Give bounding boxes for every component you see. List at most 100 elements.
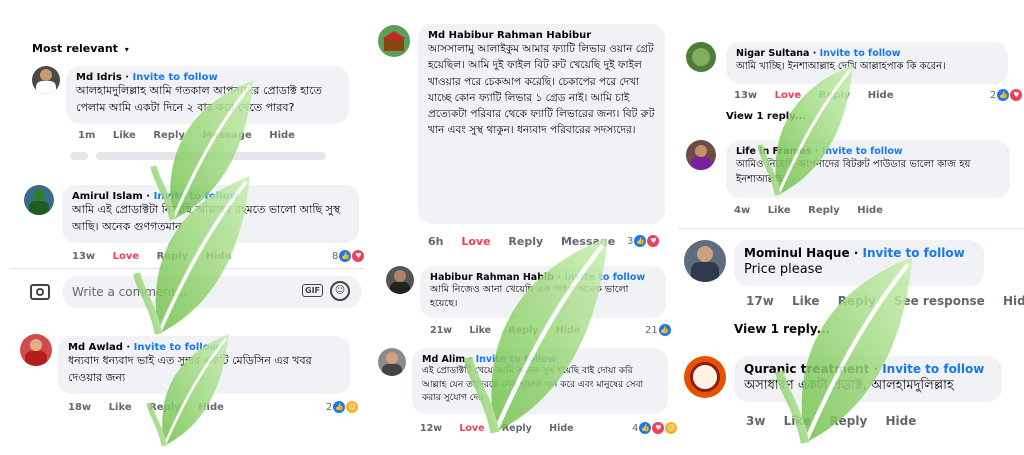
reply-button[interactable]: Reply [508,325,538,336]
commenter-name[interactable]: Md Alim [422,354,465,365]
comment-bubble: Mominul Haque · Invite to follow Price p… [734,240,984,286]
invite-to-follow-link[interactable]: Invite to follow [822,146,903,157]
commenter-name[interactable]: Nigar Sultana [736,48,809,59]
comment-text: অসাধারণ একটা প্রডাক্ট, আলহামদুলিল্লাহ [744,378,954,393]
love-button[interactable]: Love [461,235,490,248]
hide-button[interactable]: Hide [556,325,580,336]
reaction-summary[interactable]: 8 👍 ♥ [332,250,365,262]
commenter-name[interactable]: Quranic treatment [744,362,869,376]
hide-button[interactable]: Hid [1003,294,1024,308]
avatar[interactable] [32,66,60,94]
avatar[interactable] [686,42,716,72]
comment-text: আসসালামু আলাইকুম আমার ফ্যাটি লিভার ওয়ান… [428,43,655,137]
comment-actions: 18w Like Reply Hide [68,402,238,413]
avatar[interactable] [20,334,52,366]
see-response-button[interactable]: See response [894,294,985,308]
comment-text: Price please [744,262,823,277]
avatar[interactable] [378,25,410,57]
message-button[interactable]: Message [561,235,615,248]
gif-icon[interactable]: GIF [302,284,324,297]
invite-to-follow-link[interactable]: Invite to follow [564,272,645,283]
like-button[interactable]: Like [792,294,820,308]
comment-text: আমি নিজেও আনা খেয়েছি এক পাইল অনেক ভালো … [430,284,629,310]
hide-button[interactable]: Hide [269,130,295,141]
like-reaction-icon: 👍 [339,250,352,262]
hide-button[interactable]: Hide [868,90,894,101]
love-button[interactable]: Love [113,251,140,262]
invite-to-follow-link[interactable]: Invite to follow [863,246,965,260]
comment-bubble: Md Awlad · Invite to follow ধন্যবাদ ধন্য… [58,336,350,394]
reply-button[interactable]: Reply [153,130,185,141]
divider [10,268,365,269]
invite-to-follow-link[interactable]: Invite to follow [133,72,218,83]
divider [678,228,1024,229]
reply-button[interactable]: Reply [508,235,543,248]
comment-bubble: Life in Frames · Invite to follow আমিও ন… [726,140,1010,198]
reaction-count: 3 [627,235,634,247]
avatar[interactable] [24,185,54,215]
avatar[interactable] [684,240,726,282]
reaction-summary[interactable]: 21 👍 [645,324,671,336]
like-button[interactable]: Like [784,414,812,428]
like-button[interactable]: Like [113,130,136,141]
commenter-name[interactable]: Life in Frames [736,146,812,157]
like-reaction-icon: 👍 [658,324,671,336]
view-replies-link[interactable]: View 1 reply... [734,322,830,336]
like-button[interactable]: Like [768,205,791,216]
reply-button[interactable]: Reply [808,205,840,216]
reaction-summary[interactable]: 2 👍 ♥ [990,89,1023,101]
care-reaction-icon: ☺ [346,401,359,413]
reply-button[interactable]: Reply [819,90,851,101]
reaction-summary[interactable]: 2 👍 ☺ [326,401,359,413]
invite-to-follow-link[interactable]: Invite to follow [476,354,557,365]
message-button[interactable]: Message [202,130,251,141]
commenter-name[interactable]: Habibur Rahman Habib [430,272,554,283]
comment-input[interactable]: Write a comment... GIF ☺ [62,276,362,308]
hide-button[interactable]: Hide [885,414,916,428]
hide-button[interactable]: Hide [549,423,573,434]
commenter-name[interactable]: Md Awlad [68,342,123,353]
avatar[interactable] [686,140,716,170]
reaction-summary[interactable]: 3 👍 ♥ [627,235,660,247]
invite-to-follow-link[interactable]: Invite to follow [134,342,219,353]
reply-button[interactable]: Reply [149,402,181,413]
love-button[interactable]: Love [459,423,484,434]
avatar[interactable] [386,266,414,294]
view-replies-link[interactable]: View 1 reply... [726,111,806,122]
comment-time: 13w [734,90,758,101]
sort-label: Most relevant [32,42,118,55]
love-button[interactable]: Love [775,90,802,101]
reaction-summary[interactable]: 4 👍 ♥ ☺ [632,422,678,434]
commenter-name[interactable]: Md Idris [76,72,122,83]
commenter-name[interactable]: Mominul Haque [744,246,850,260]
invite-to-follow-link[interactable]: Invite to follow [154,191,239,202]
like-reaction-icon: 👍 [333,401,346,413]
right-panel: Nigar Sultana · Invite to follow আমি খাচ… [678,0,1024,455]
comment-time: 21w [430,325,452,336]
reply-button[interactable]: Reply [829,414,867,428]
comment-actions: 21w Like Reply Hide [430,325,594,336]
like-button[interactable]: Like [469,325,491,336]
left-panel: Most relevant ▾ Md Idris · Invite to fol… [0,0,370,455]
invite-to-follow-link[interactable]: Invite to follow [820,48,901,59]
avatar[interactable] [684,356,726,398]
heart-reaction-icon: ♥ [647,235,660,247]
emoji-icon[interactable]: ☺ [330,281,350,301]
hide-button[interactable]: Hide [198,402,224,413]
commenter-name[interactable]: Md Habibur Rahman Habibur [428,30,655,41]
commenter-name[interactable]: Amirul Islam [72,191,143,202]
hide-button[interactable]: Hide [857,205,883,216]
like-button[interactable]: Like [109,402,132,413]
avatar[interactable] [378,348,406,376]
comment-time: 1m [78,130,96,141]
middle-panel: Md Habibur Rahman Habibur আসসালামু আলাইক… [370,0,678,455]
reply-button[interactable]: Reply [838,294,876,308]
hide-button[interactable]: Hide [206,251,232,262]
sort-selector[interactable]: Most relevant ▾ [32,42,129,55]
comment-actions: 3w Like Reply Hide [746,414,930,428]
reply-button[interactable]: Reply [502,423,532,434]
invite-to-follow-link[interactable]: Invite to follow [882,362,984,376]
reply-button[interactable]: Reply [157,251,189,262]
camera-icon[interactable] [30,284,50,300]
reaction-count: 2 [990,89,997,101]
